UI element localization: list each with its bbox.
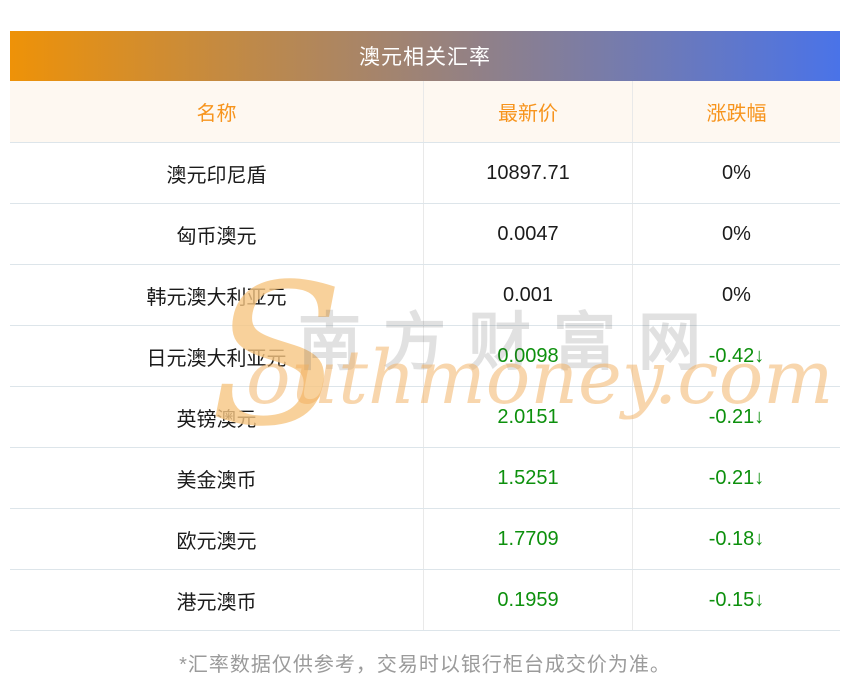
change-percent: 0% [632,143,840,203]
currency-pair-name: 港元澳币 [176,591,257,614]
card-title: 澳元相关汇率 [359,46,491,69]
currency-pair-name: 日元澳大利亚元 [146,347,287,370]
table-row: 澳元印尼盾 10897.71 0% [10,143,840,204]
card-title-bar: 澳元相关汇率 [10,31,840,81]
exchange-rate-card: 澳元相关汇率 名称 最新价 涨跌幅 澳元印尼盾 10897.71 0% 匈币澳元 0.0… [10,31,840,631]
change-percent: -0.21↓ [632,448,840,508]
table-row: 美金澳币 1.5251 -0.21↓ [10,448,840,509]
currency-pair-name: 澳元印尼盾 [166,164,267,187]
column-header-latest-price: 最新价 [423,81,632,142]
latest-price: 0.0047 [423,204,632,264]
currency-pair-name: 欧元澳元 [176,530,257,553]
change-percent: 0% [632,204,840,264]
table-body: 澳元印尼盾 10897.71 0% 匈币澳元 0.0047 0% 韩元澳大利亚元 0.001 0… [10,143,840,631]
latest-price: 2.0151 [423,387,632,447]
latest-price: 1.5251 [423,448,632,508]
latest-price: 0.1959 [423,570,632,630]
currency-pair-name: 匈币澳元 [176,225,257,248]
latest-price: 0.001 [423,265,632,325]
change-percent: -0.15↓ [632,570,840,630]
table-row: 日元澳大利亚元 0.0098 -0.42↓ [10,326,840,387]
latest-price: 0.0098 [423,326,632,386]
currency-pair-name: 英镑澳元 [176,408,257,431]
table-row: 英镑澳元 2.0151 -0.21↓ [10,387,840,448]
change-percent: -0.42↓ [632,326,840,386]
change-percent: -0.21↓ [632,387,840,447]
latest-price: 10897.71 [423,143,632,203]
latest-price: 1.7709 [423,509,632,569]
column-header-change-percent: 涨跌幅 [632,81,840,142]
table-row: 欧元澳元 1.7709 -0.18↓ [10,509,840,570]
change-percent: 0% [632,265,840,325]
disclaimer-text: *汇率数据仅供参考，交易时以银行柜台成交价为准。 [179,654,671,676]
currency-pair-name: 韩元澳大利亚元 [146,286,287,309]
currency-pair-name: 美金澳币 [176,469,257,492]
table-row: 匈币澳元 0.0047 0% [10,204,840,265]
table-row: 港元澳币 0.1959 -0.15↓ [10,570,840,631]
table-row: 韩元澳大利亚元 0.001 0% [10,265,840,326]
change-percent: -0.18↓ [632,509,840,569]
column-header-name: 名称 [196,103,237,125]
table-header-row: 名称 最新价 涨跌幅 [10,81,840,143]
